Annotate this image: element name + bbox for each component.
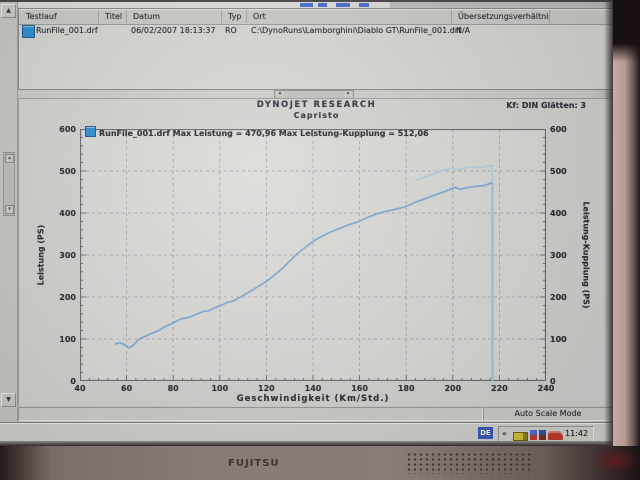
y-tick-label-left: 0 xyxy=(70,377,76,386)
chart-legend: RunFile_001.drf Max Leistung = 470,96 Ma… xyxy=(85,126,429,138)
table-row[interactable]: RunFile_001.drf 06/02/2007 18:13:37 RO C… xyxy=(19,25,613,39)
y-tick-label-left: 300 xyxy=(59,251,76,260)
screen-right-edge xyxy=(604,0,613,446)
run-file-icon xyxy=(22,25,35,38)
chart-panel: DYNOJET RESEARCH Capristo Kf: DIN Glätte… xyxy=(18,98,613,408)
monitor-screen: ▲ ▴ ▾ ▼ Testlauf Titel Datum Typ Ort Übe… xyxy=(0,0,613,446)
x-tick-label: 180 xyxy=(397,384,415,393)
splitter-arrow-down-icon[interactable]: ▾ xyxy=(5,205,14,214)
y-tick-label-right: 100 xyxy=(550,335,567,344)
table-header: Testlauf Titel Datum Typ Ort Übersetzung… xyxy=(19,9,613,25)
splitter-arrow-left-icon[interactable]: ▴ xyxy=(276,91,284,96)
tray-status-icon[interactable] xyxy=(530,430,537,440)
toolbar-fragment xyxy=(318,3,327,7)
toolbar-fragment xyxy=(336,3,350,7)
screen-top-edge xyxy=(0,0,613,2)
cell-testlauf: RunFile_001.drf xyxy=(36,26,98,35)
status-cell-empty xyxy=(18,407,483,421)
vertical-splitter-handle[interactable]: ▴ ▾ xyxy=(3,152,15,216)
y-tick-label-right: 0 xyxy=(550,377,556,386)
x-tick-label: 60 xyxy=(121,384,133,393)
monitor-brand-logo: FUJITSU xyxy=(228,458,280,469)
background-reflection xyxy=(592,448,638,474)
y-tick-label-left: 400 xyxy=(59,209,76,218)
plot-area[interactable] xyxy=(79,128,547,382)
col-header-typ[interactable]: Typ xyxy=(221,9,247,23)
runs-table: Testlauf Titel Datum Typ Ort Übersetzung… xyxy=(18,8,613,90)
cell-datum: 06/02/2007 18:13:37 xyxy=(131,26,216,35)
collapse-up-button[interactable]: ▲ xyxy=(1,4,16,18)
y-tick-label-right: 400 xyxy=(550,209,567,218)
cell-ort: C:\DynoRuns\Lamborghini\Diablo GT\RunFil… xyxy=(251,26,461,35)
screen-bottom-edge xyxy=(0,441,613,446)
collapse-tray-icon[interactable]: « xyxy=(502,429,507,438)
cell-typ: RO xyxy=(225,26,237,35)
bezel-right xyxy=(613,0,640,480)
legend-swatch-icon xyxy=(85,126,96,137)
status-bar: Auto Scale Mode xyxy=(18,406,613,421)
splitter-arrow-right-icon[interactable]: ▴ xyxy=(344,91,352,96)
x-tick-label: 140 xyxy=(304,384,322,393)
bezel-bottom: FUJITSU xyxy=(0,446,640,480)
speaker-grille xyxy=(406,452,534,474)
tray-network-icon[interactable] xyxy=(539,430,546,440)
col-header-uebersetzung[interactable]: Übersetzungsverhältnis xyxy=(451,9,550,23)
legend-text: RunFile_001.drf Max Leistung = 470,96 Ma… xyxy=(99,129,429,138)
y-tick-label-right: 200 xyxy=(550,293,567,302)
col-header-titel[interactable]: Titel xyxy=(98,9,127,23)
x-tick-label: 80 xyxy=(167,384,179,393)
plot-svg xyxy=(79,128,547,382)
toolbar-fragment xyxy=(359,3,369,7)
monitor-photo: ▲ ▴ ▾ ▼ Testlauf Titel Datum Typ Ort Übe… xyxy=(0,0,640,480)
taskbar-clock[interactable]: 11:42 xyxy=(565,429,588,438)
x-tick-label: 160 xyxy=(351,384,368,393)
background-dark-corner xyxy=(613,0,640,62)
x-tick-label: 100 xyxy=(211,384,229,393)
splitter-arrow-up-icon[interactable]: ▴ xyxy=(5,154,14,163)
col-header-testlauf[interactable]: Testlauf xyxy=(19,9,99,23)
y-tick-label-left: 500 xyxy=(59,167,76,176)
x-axis-title: Geschwindigkeit (Km/Std.) xyxy=(236,394,390,404)
collapse-down-button[interactable]: ▼ xyxy=(1,393,16,407)
col-header-ort[interactable]: Ort xyxy=(246,9,452,23)
x-tick-label: 200 xyxy=(444,384,462,393)
y-tick-label-left: 100 xyxy=(59,335,76,344)
col-header-datum[interactable]: Datum xyxy=(126,9,222,23)
y-tick-label-left: 600 xyxy=(59,125,76,134)
x-tick-label: 120 xyxy=(258,384,275,393)
tray-battery-icon[interactable] xyxy=(513,432,528,441)
cell-uebersetzung: N/A xyxy=(456,26,471,35)
x-tick-label: 220 xyxy=(491,384,508,393)
y-axis-title-right: Leistung-Kupplung (PS) xyxy=(581,201,591,309)
chart-subtitle: Capristo xyxy=(293,111,340,120)
chart-settings-info: Kf: DIN Glätten: 3 xyxy=(506,101,586,110)
toolbar-fragment xyxy=(300,3,313,7)
auto-scale-mode-indicator[interactable]: Auto Scale Mode xyxy=(483,407,613,421)
y-tick-label-right: 300 xyxy=(550,251,567,260)
y-tick-label-right: 600 xyxy=(550,125,567,134)
left-splitter-strip: ▲ ▴ ▾ ▼ xyxy=(0,2,18,446)
y-tick-label-left: 200 xyxy=(59,293,76,302)
tray-dyno-car-icon[interactable] xyxy=(548,431,563,440)
language-indicator[interactable]: DE xyxy=(478,427,493,439)
y-tick-label-right: 500 xyxy=(550,167,567,176)
